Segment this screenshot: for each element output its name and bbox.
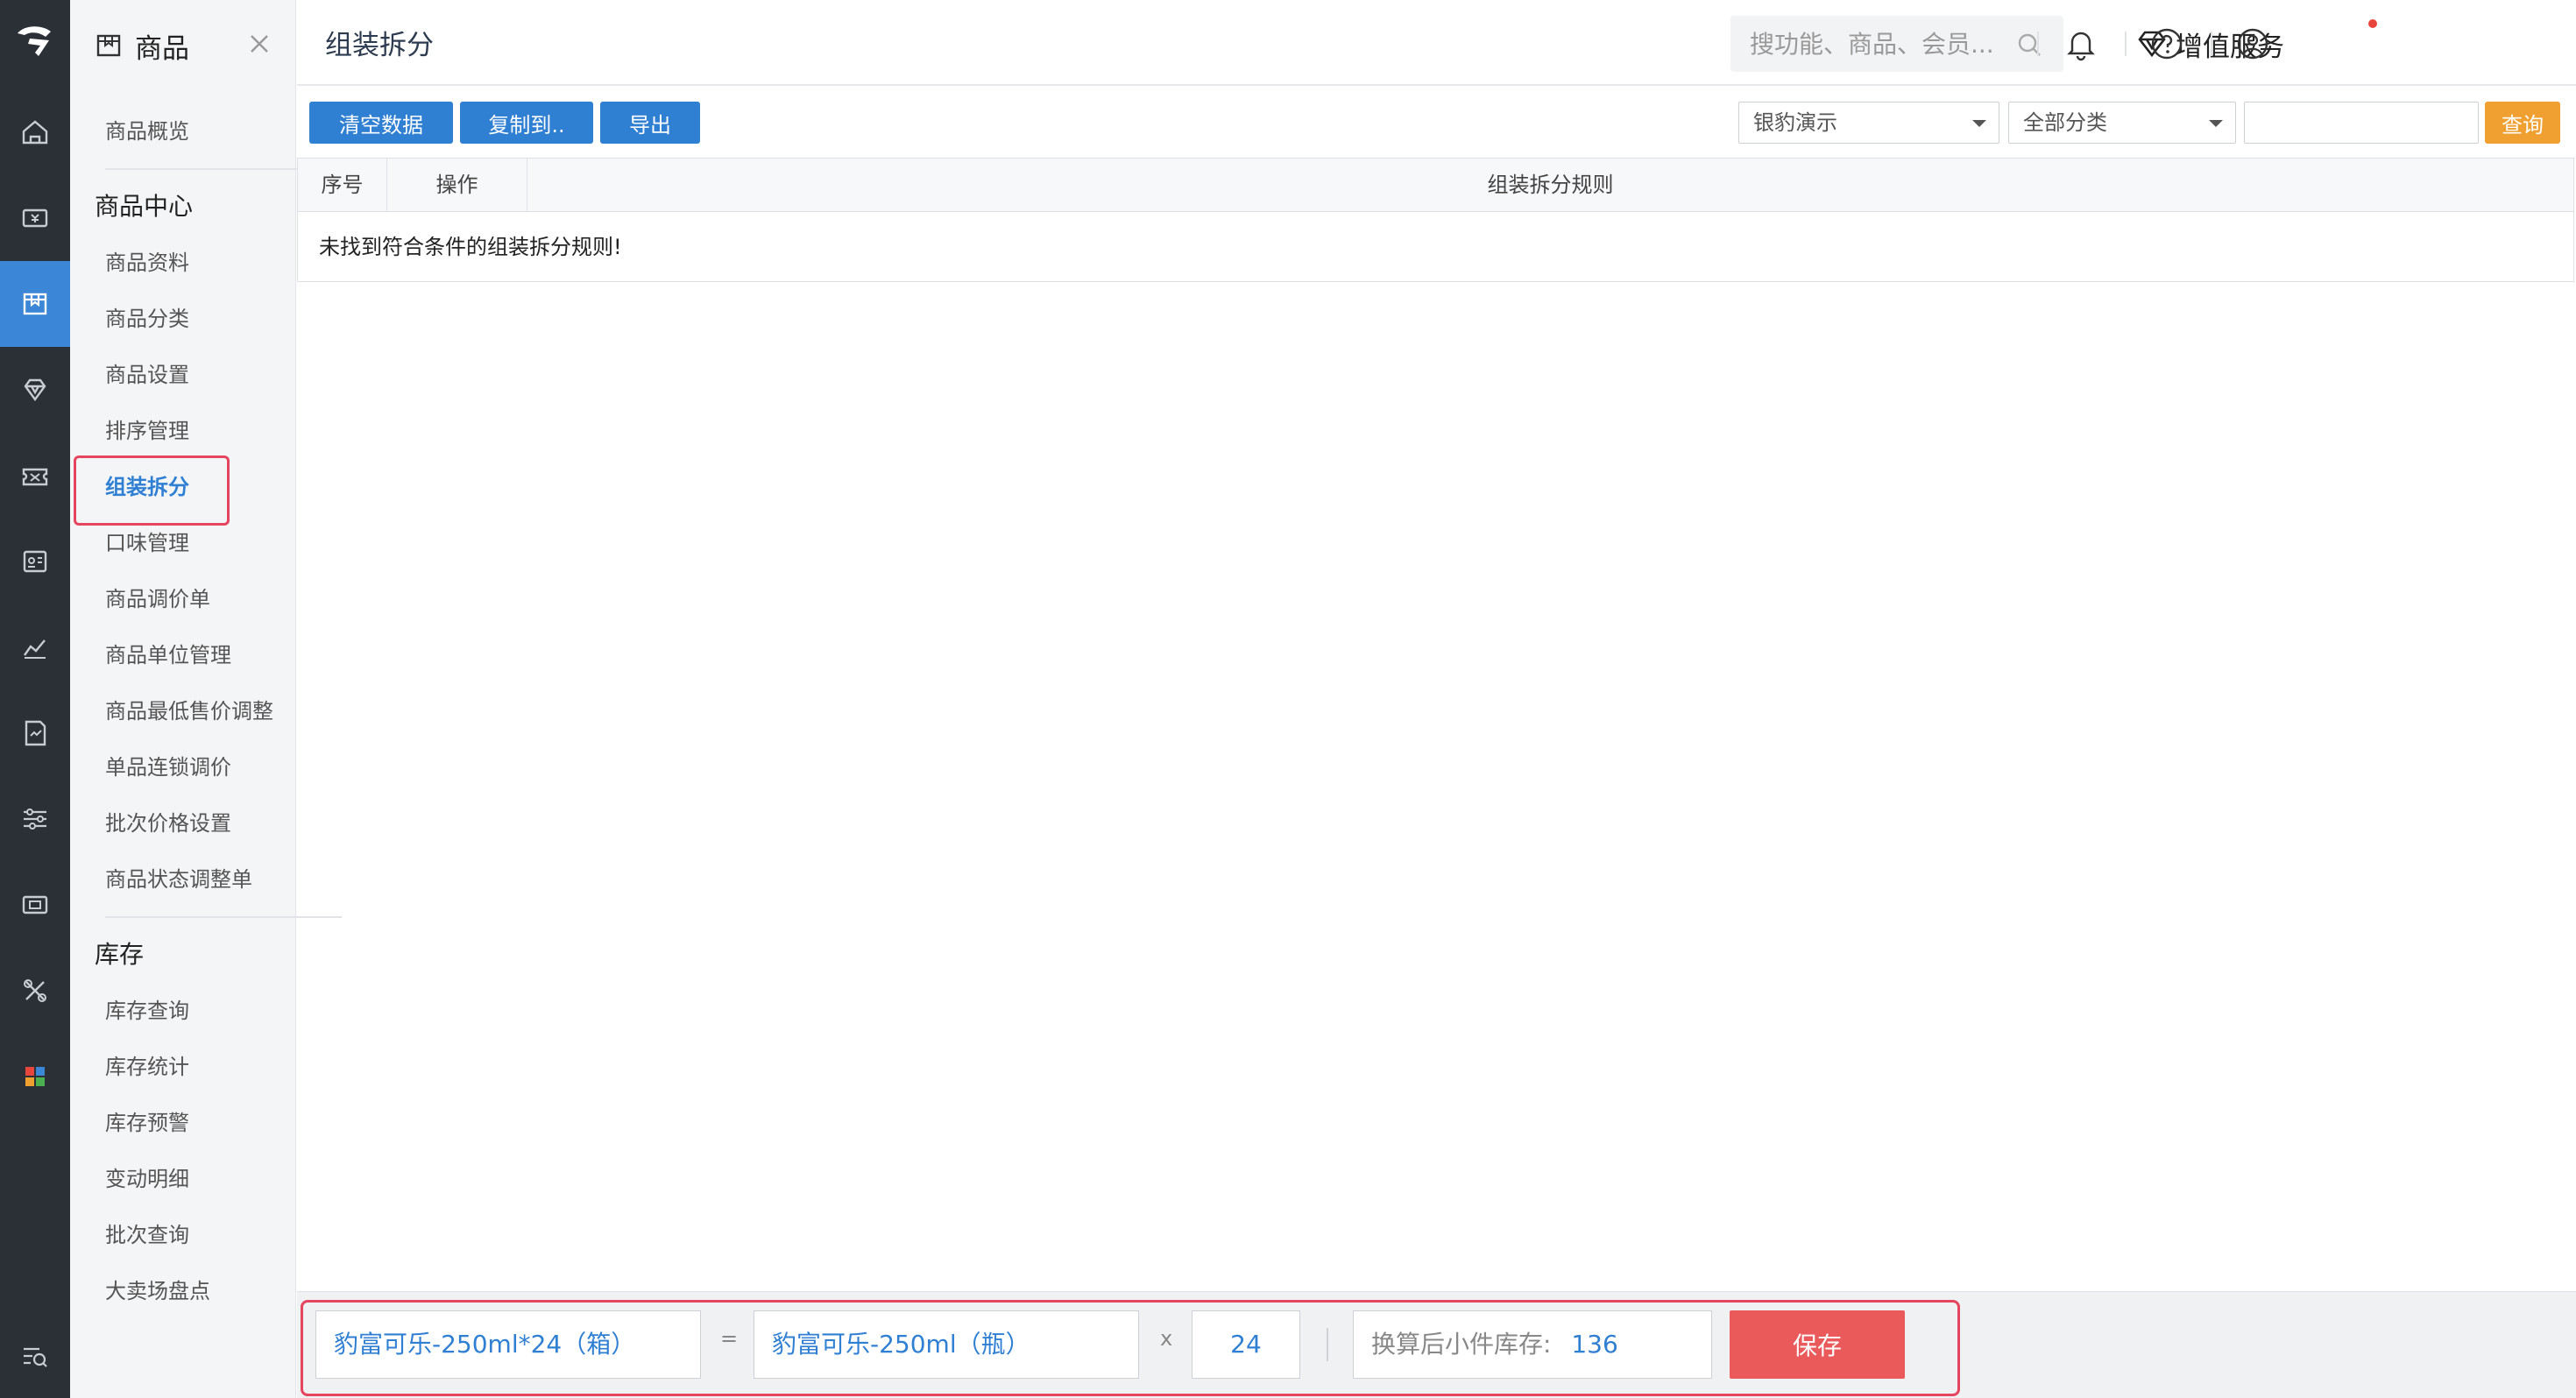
save-button[interactable]: 保存 [1730,1310,1905,1379]
quantity-field[interactable]: 24 [1192,1310,1300,1379]
table-header: 序号 操作 组装拆分规则 [297,158,2574,212]
nav-apps[interactable] [0,1034,70,1119]
header-divider [2125,32,2127,56]
diamond-icon [24,378,46,402]
category-select[interactable]: 全部分类 [2008,102,2236,144]
close-icon[interactable] [244,28,275,60]
times-sign: x [1160,1326,1173,1351]
id-card-icon [23,550,47,573]
table-empty-row: 未找到符合条件的组装拆分规则! [297,212,2574,282]
product-box-icon [96,34,121,57]
query-button[interactable]: 查询 [2485,102,2560,144]
store-select-value: 银豹演示 [1753,110,1837,135]
nav-products[interactable] [0,261,70,347]
highlight-box-sidebar [74,455,230,526]
top-header: 组装拆分 增值服务 [297,0,2576,86]
printer-icon [22,895,48,914]
nav-settings[interactable] [0,776,70,862]
sidebar-item-product-settings[interactable]: 商品设置 [105,357,189,392]
line-chart-icon [24,639,46,659]
sidebar-title: 商品 [135,32,189,65]
sliders-icon [24,808,46,830]
sidebar-item-min-price-adjustment[interactable]: 商品最低售价调整 [105,694,273,729]
product-box-icon [23,293,47,315]
search-list-icon [24,1347,47,1367]
help-icon[interactable] [2149,26,2184,61]
sidebar-item-product-category[interactable]: 商品分类 [105,301,189,336]
nav-reports[interactable] [0,604,70,690]
nav-employees[interactable] [0,519,70,604]
sidebar-item-inventory-query[interactable]: 库存查询 [105,993,189,1028]
export-button[interactable]: 导出 [600,102,700,144]
sidebar-item-price-adjustment[interactable]: 商品调价单 [105,582,210,617]
sidebar-item-inventory-stats[interactable]: 库存统计 [105,1049,189,1084]
keyword-input[interactable] [2244,102,2479,144]
form-divider [1327,1328,1328,1361]
icon-rail [0,0,70,1398]
notification-dot [2368,19,2377,28]
converted-stock-label: 换算后小件库存: [1371,1330,1552,1359]
small-item-field[interactable]: 豹富可乐-250ml（瓶） [754,1310,1139,1379]
chevron-down-icon [2209,120,2223,127]
equals-sign: = [720,1326,739,1351]
column-header-index: 序号 [298,159,387,211]
big-item-field[interactable]: 豹富可乐-250ml*24（箱） [315,1310,701,1379]
sidebar-item-inventory-alert[interactable]: 库存预警 [105,1105,189,1140]
home-icon [22,120,48,145]
cashier-icon [22,208,48,228]
nav-home[interactable] [0,89,70,175]
sidebar-divider [105,916,342,918]
tools-icon [24,979,46,1002]
converted-stock-field: 换算后小件库存: 136 [1353,1310,1712,1379]
header-divider [2211,32,2212,56]
sidebar-item-product-info[interactable]: 商品资料 [105,245,189,280]
store-select[interactable]: 银豹演示 [1738,102,1999,144]
chevron-down-icon [1972,120,1986,127]
category-select-value: 全部分类 [2023,110,2107,135]
sidebar-section-product-center: 商品中心 [95,192,194,221]
nav-search-menu[interactable] [0,1314,70,1398]
clear-data-button[interactable]: 清空数据 [309,102,453,144]
user-icon[interactable] [2235,26,2270,61]
app-grid-icon [25,1067,45,1086]
bell-icon[interactable] [2063,26,2098,61]
nav-hardware[interactable] [0,862,70,948]
page-title: 组装拆分 [325,30,434,61]
column-header-rule: 组装拆分规则 [1487,173,1614,197]
sidebar-item-flavor-management[interactable]: 口味管理 [105,526,189,561]
sidebar-item-batch-price[interactable]: 批次价格设置 [105,806,231,841]
sidebar-item-batch-query[interactable]: 批次查询 [105,1218,189,1253]
nav-members[interactable] [0,347,70,433]
global-search [1730,16,2063,72]
sidebar-item-unit-management[interactable]: 商品单位管理 [105,638,231,673]
sidebar-item-status-adjustment[interactable]: 商品状态调整单 [105,862,252,897]
document-icon [25,720,46,746]
nav-promotions[interactable] [0,433,70,519]
nav-cashier[interactable] [0,175,70,261]
nav-tools[interactable] [0,948,70,1034]
sidebar-item-chain-price[interactable]: 单品连锁调价 [105,750,231,785]
sub-sidebar: 商品 商品概览 商品中心 商品资料 商品分类 商品设置 排序管理 组装拆分 口味… [70,0,342,1398]
sidebar-header: 商品 [95,26,189,65]
nav-documents[interactable] [0,690,70,776]
search-input[interactable] [1750,26,2004,61]
sidebar-item-hypermarket-count[interactable]: 大卖场盘点 [105,1274,210,1309]
copy-to-button[interactable]: 复制到.. [460,102,593,144]
sidebar-item-change-details[interactable]: 变动明细 [105,1161,189,1197]
empty-message: 未找到符合条件的组装拆分规则! [319,235,622,259]
toolbar: 清空数据 复制到.. 导出 银豹演示 全部分类 查询 [297,88,2576,158]
sidebar-section-inventory: 库存 [95,940,145,969]
sidebar-item-overview[interactable]: 商品概览 [105,114,189,149]
header-divider [2037,32,2039,56]
sidebar-item-sort-management[interactable]: 排序管理 [105,413,189,448]
converted-stock-value: 136 [1571,1330,1618,1359]
coupon-icon [22,468,48,486]
leopard-logo-icon[interactable] [12,18,58,63]
column-header-action: 操作 [387,159,527,211]
